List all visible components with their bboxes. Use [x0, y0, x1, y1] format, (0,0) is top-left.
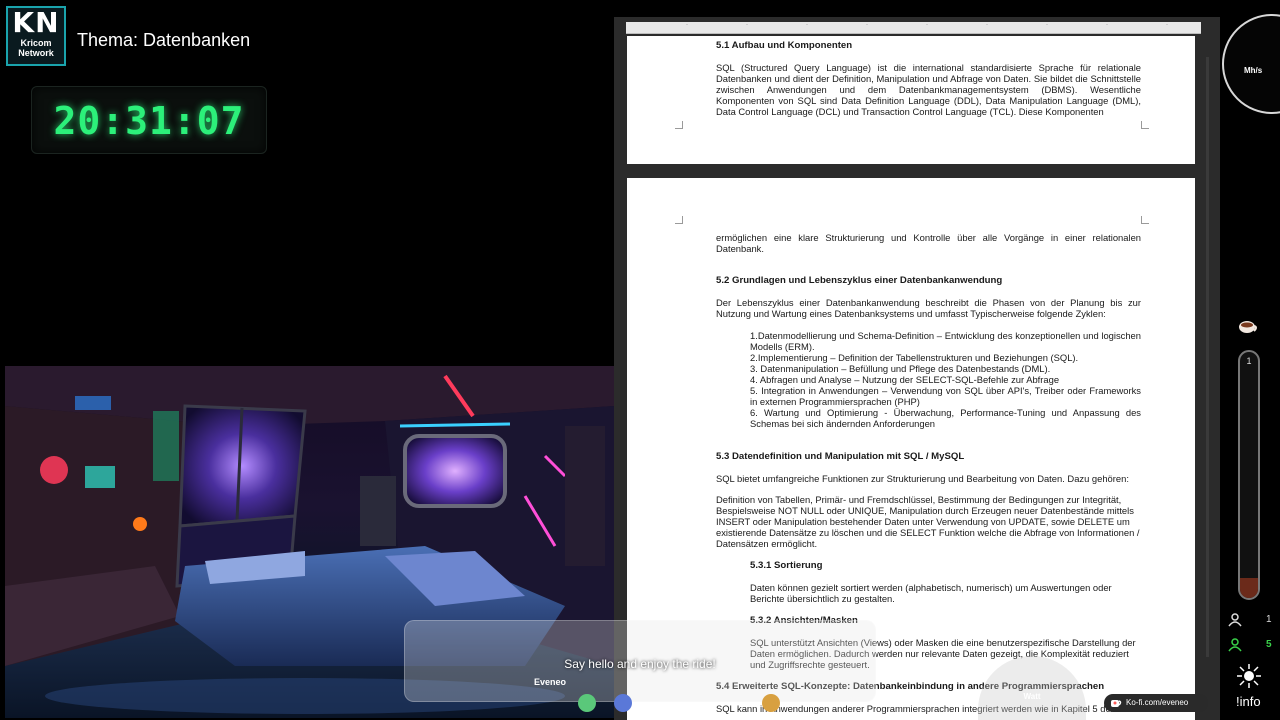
ruler-mark: · [1106, 22, 1108, 28]
ruler-mark: · [866, 22, 868, 28]
ruler-mark: · [986, 22, 988, 28]
section-heading: 5.2 Grundlagen und Lebenszyklus einer Da… [716, 275, 1003, 286]
paragraph: Der Lebenszyklus einer Datenbankanwendun… [716, 297, 1141, 319]
active-user-icon [1228, 638, 1242, 652]
document-editor[interactable]: · · · · · · · · · 5.1 Aufbau und Kompone… [614, 17, 1220, 720]
active-user-count: 5 [1266, 639, 1272, 650]
paragraph: Definition von Tabellen, Primär- und Fre… [716, 494, 1140, 549]
horizontal-ruler[interactable]: · · · · · · · · · [626, 22, 1201, 34]
chat-message-text: Say hello and enjoy the ride! [564, 657, 716, 671]
section-heading: 5.3 Datendefinition und Manipulation mit… [716, 451, 965, 462]
ruler-mark: · [926, 22, 928, 28]
list-item: 4. Abfragen und Analyse – Nutzung der SE… [750, 374, 1060, 385]
list-item: 2.Implementierung – Definition der Tabel… [750, 352, 1079, 363]
logo-initials: KN [12, 6, 60, 39]
user-icon [1228, 613, 1242, 627]
paragraph: ermöglichen eine klare Strukturierung un… [716, 232, 1141, 254]
paragraph: Daten können gezielt sortiert werden (al… [750, 582, 1112, 604]
logo-line-1: Kricom [20, 38, 52, 48]
section-heading: 5.1 Aufbau und Komponenten [716, 40, 853, 51]
coffee-cup-icon [1239, 321, 1257, 333]
stream-widgets: Mh/s 1 1 5 !info [1220, 0, 1280, 720]
logo-line-2: Network [18, 48, 54, 58]
vertical-scrollbar[interactable] [1206, 57, 1209, 657]
info-command-label: !info [1236, 694, 1261, 709]
speedometer-gauge: Mh/s [1222, 14, 1280, 114]
stream-topic-title: Thema: Datenbanken [77, 30, 251, 50]
kofi-link-text: Ko-fi.com/eveneo [1126, 698, 1189, 707]
page-margin-corner [675, 121, 683, 129]
status-dot-blue [614, 694, 632, 712]
list-item: 3. Datenmanipulation – Befüllung und Pfl… [750, 363, 1051, 374]
kricom-network-logo: KN Kricom Network [6, 6, 66, 66]
status-dot-green [578, 694, 596, 712]
subsection-heading: 5.3.1 Sortierung [750, 560, 823, 571]
sparkle-icon [1237, 664, 1261, 688]
ruler-mark: · [686, 22, 688, 28]
viewer-count: 1 [1266, 614, 1272, 625]
page-margin-corner [1141, 121, 1149, 129]
stream-overlay: KN Kricom Network Thema: Datenbanken 20:… [0, 0, 614, 720]
list-item: 1.Datenmodellierung und Schema-Definitio… [750, 330, 1141, 352]
page-margin-corner [675, 216, 683, 224]
paragraph: SQL (Structured Query Language) ist die … [716, 62, 1141, 117]
kofi-link-badge[interactable]: Ko-fi.com/eveneo [1104, 694, 1208, 712]
paragraph: SQL bietet umfangreiche Funktionen zur S… [716, 473, 1129, 484]
ruler-mark: · [1046, 22, 1048, 28]
kofi-cup-icon [1111, 700, 1122, 707]
document-page[interactable]: 5.1 Aufbau und Komponenten SQL (Structur… [627, 36, 1195, 164]
viewer-row: 1 [1228, 613, 1278, 631]
watt-label: Watt [1023, 692, 1041, 701]
ruler-mark: · [746, 22, 748, 28]
speed-unit-label: Mh/s [1244, 66, 1263, 75]
progress-tube: 1 [1238, 350, 1260, 600]
ruler-mark: · [806, 22, 808, 28]
status-dot-orange [762, 694, 780, 712]
list-item: 6. Wartung und Optimierung - Überwachung… [750, 407, 1141, 429]
tube-count: 1 [1246, 356, 1252, 366]
digital-clock-panel: 20:31:07 [31, 86, 267, 154]
digital-clock: 20:31:07 [53, 99, 245, 143]
list-item: 5. Integration in Anwendungen – Verwendu… [750, 385, 1141, 407]
chat-username: Eveneo [533, 677, 566, 687]
ruler-mark: · [1166, 22, 1168, 28]
chat-message-popup: Say hello and enjoy the ride! Eveneo [404, 620, 876, 702]
page-margin-corner [1141, 216, 1149, 224]
active-user-row: 5 [1228, 638, 1278, 656]
tube-fill-level [1240, 578, 1258, 598]
